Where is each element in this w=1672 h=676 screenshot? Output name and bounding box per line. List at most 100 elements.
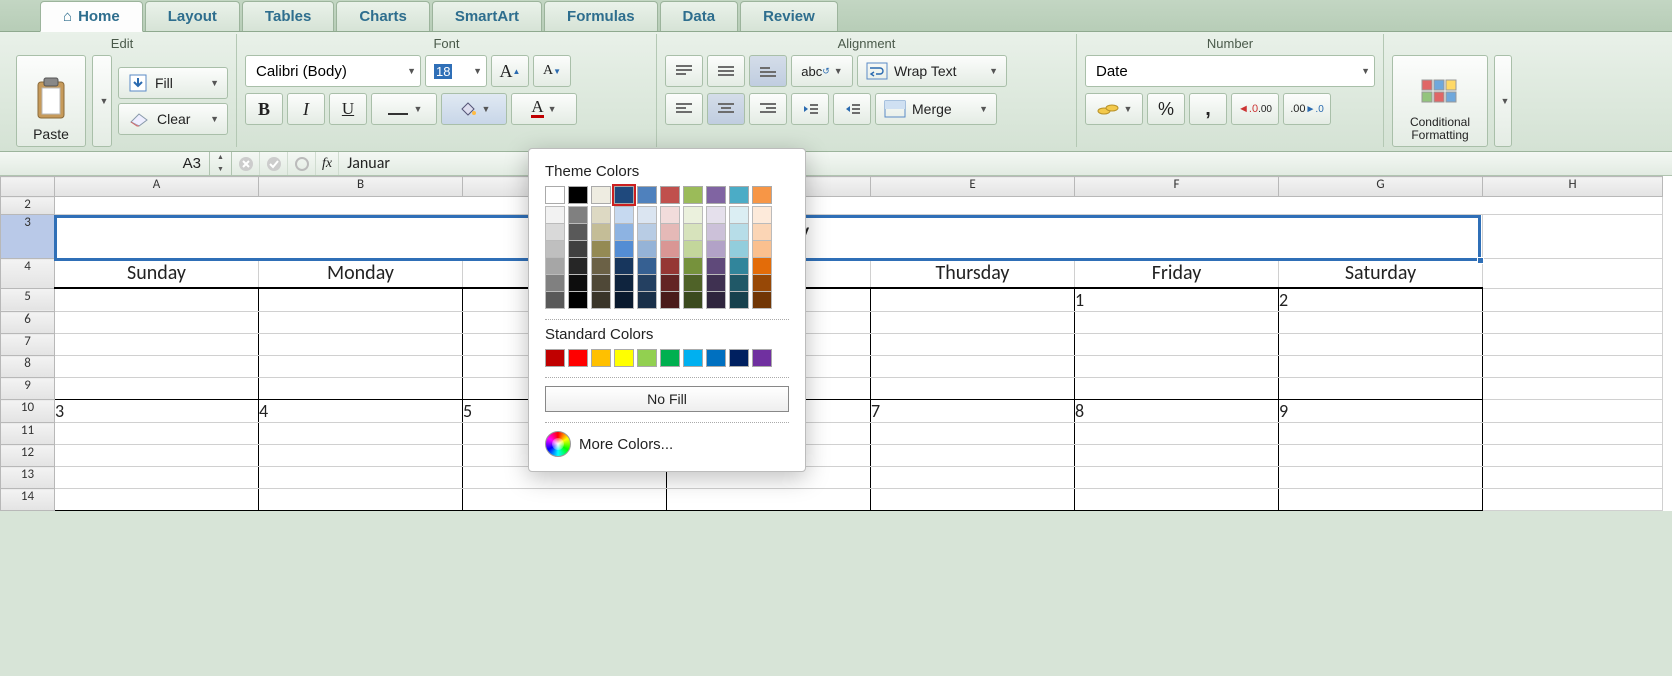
bold-button[interactable]: B: [245, 93, 283, 125]
theme-shade-swatch[interactable]: [706, 274, 726, 292]
align-left-button[interactable]: [665, 93, 703, 125]
theme-shade-swatch[interactable]: [660, 240, 680, 258]
paste-button[interactable]: Paste: [16, 55, 86, 147]
date-cell[interactable]: 9: [1279, 400, 1483, 423]
theme-shade-swatch[interactable]: [591, 291, 611, 309]
font-size-combo[interactable]: 18▼: [425, 55, 487, 87]
tab-smartart[interactable]: SmartArt: [432, 1, 542, 31]
theme-shade-swatch[interactable]: [660, 274, 680, 292]
fill-color-button[interactable]: ▼: [441, 93, 507, 125]
theme-color-swatch[interactable]: [568, 186, 588, 204]
row-header[interactable]: 10: [1, 400, 55, 423]
fill-button[interactable]: Fill ▼: [118, 67, 228, 99]
theme-shade-swatch[interactable]: [545, 274, 565, 292]
row-header[interactable]: 8: [1, 356, 55, 378]
row-header[interactable]: 11: [1, 423, 55, 445]
row-header[interactable]: 9: [1, 378, 55, 400]
decrease-indent-button[interactable]: [791, 93, 829, 125]
col-header[interactable]: H: [1483, 177, 1663, 197]
date-cell[interactable]: 1: [1075, 288, 1279, 312]
standard-color-swatch[interactable]: [568, 349, 588, 367]
theme-shade-swatch[interactable]: [545, 240, 565, 258]
date-cell[interactable]: 2: [1279, 288, 1483, 312]
row-header[interactable]: 3: [1, 215, 55, 259]
theme-shade-swatch[interactable]: [591, 240, 611, 258]
number-format-value[interactable]: [1094, 62, 1351, 81]
standard-color-swatch[interactable]: [683, 349, 703, 367]
theme-shade-swatch[interactable]: [591, 206, 611, 224]
theme-shade-swatch[interactable]: [683, 257, 703, 275]
standard-color-swatch[interactable]: [660, 349, 680, 367]
orientation-button[interactable]: abc↺▼: [791, 55, 853, 87]
standard-color-swatch[interactable]: [706, 349, 726, 367]
date-cell[interactable]: 4: [259, 400, 463, 423]
theme-shade-swatch[interactable]: [568, 257, 588, 275]
theme-shade-swatch[interactable]: [729, 291, 749, 309]
date-cell[interactable]: 7: [871, 400, 1075, 423]
day-header[interactable]: Saturday: [1279, 259, 1483, 289]
theme-shade-swatch[interactable]: [729, 223, 749, 241]
tab-layout[interactable]: Layout: [145, 1, 240, 31]
row-header[interactable]: 12: [1, 445, 55, 467]
name-box-stepper[interactable]: ▲▼: [210, 152, 232, 175]
font-color-button[interactable]: A▼: [511, 93, 577, 125]
theme-color-swatch[interactable]: [614, 186, 634, 204]
theme-shade-swatch[interactable]: [568, 274, 588, 292]
theme-shade-swatch[interactable]: [752, 291, 772, 309]
col-header[interactable]: B: [259, 177, 463, 197]
theme-shade-swatch[interactable]: [752, 206, 772, 224]
theme-shade-swatch[interactable]: [683, 291, 703, 309]
align-center-button[interactable]: [707, 93, 745, 125]
shrink-font-button[interactable]: A▼: [533, 55, 571, 87]
theme-shade-swatch[interactable]: [568, 291, 588, 309]
date-cell[interactable]: 3: [55, 400, 259, 423]
spreadsheet[interactable]: A B C D E F G H 2 3 January 4 Sunday Mon…: [0, 176, 1672, 511]
tab-home[interactable]: ⌂Home: [40, 1, 143, 32]
cond-format-dropdown[interactable]: ▼: [1494, 55, 1512, 147]
theme-shade-swatch[interactable]: [729, 240, 749, 258]
merge-button[interactable]: Merge▼: [875, 93, 997, 125]
standard-color-swatch[interactable]: [637, 349, 657, 367]
theme-color-swatch[interactable]: [729, 186, 749, 204]
theme-color-swatch[interactable]: [637, 186, 657, 204]
align-right-button[interactable]: [749, 93, 787, 125]
row-header[interactable]: 2: [1, 197, 55, 215]
row-header[interactable]: 4: [1, 259, 55, 289]
currency-button[interactable]: ▼: [1085, 93, 1143, 125]
align-top-button[interactable]: [665, 55, 703, 87]
name-box[interactable]: A3: [0, 152, 210, 175]
theme-shade-swatch[interactable]: [637, 257, 657, 275]
grid[interactable]: A B C D E F G H 2 3 January 4 Sunday Mon…: [0, 176, 1663, 511]
italic-button[interactable]: I: [287, 93, 325, 125]
theme-color-swatch[interactable]: [660, 186, 680, 204]
increase-indent-button[interactable]: [833, 93, 871, 125]
theme-shade-swatch[interactable]: [706, 206, 726, 224]
standard-color-swatch[interactable]: [591, 349, 611, 367]
col-header[interactable]: E: [871, 177, 1075, 197]
row-header[interactable]: 7: [1, 334, 55, 356]
percent-button[interactable]: %: [1147, 93, 1185, 125]
theme-shade-swatch[interactable]: [614, 274, 634, 292]
theme-shade-swatch[interactable]: [637, 240, 657, 258]
theme-shade-swatch[interactable]: [683, 240, 703, 258]
theme-shade-swatch[interactable]: [729, 274, 749, 292]
tab-data[interactable]: Data: [660, 1, 739, 31]
theme-shade-swatch[interactable]: [660, 257, 680, 275]
font-name-combo[interactable]: ▼: [245, 55, 421, 87]
col-header[interactable]: G: [1279, 177, 1483, 197]
theme-shade-swatch[interactable]: [545, 206, 565, 224]
grow-font-button[interactable]: A▲: [491, 55, 529, 87]
no-fill-button[interactable]: No Fill: [545, 386, 789, 412]
theme-shade-swatch[interactable]: [660, 291, 680, 309]
theme-shade-swatch[interactable]: [568, 240, 588, 258]
number-format-combo[interactable]: ▼: [1085, 55, 1375, 87]
theme-shade-swatch[interactable]: [752, 257, 772, 275]
row-header[interactable]: 14: [1, 489, 55, 511]
date-cell[interactable]: [871, 288, 1075, 312]
theme-color-swatch[interactable]: [706, 186, 726, 204]
enter-formula-button[interactable]: [260, 152, 288, 175]
theme-shade-swatch[interactable]: [614, 257, 634, 275]
theme-shade-swatch[interactable]: [706, 240, 726, 258]
tab-tables[interactable]: Tables: [242, 1, 334, 31]
standard-color-swatch[interactable]: [614, 349, 634, 367]
